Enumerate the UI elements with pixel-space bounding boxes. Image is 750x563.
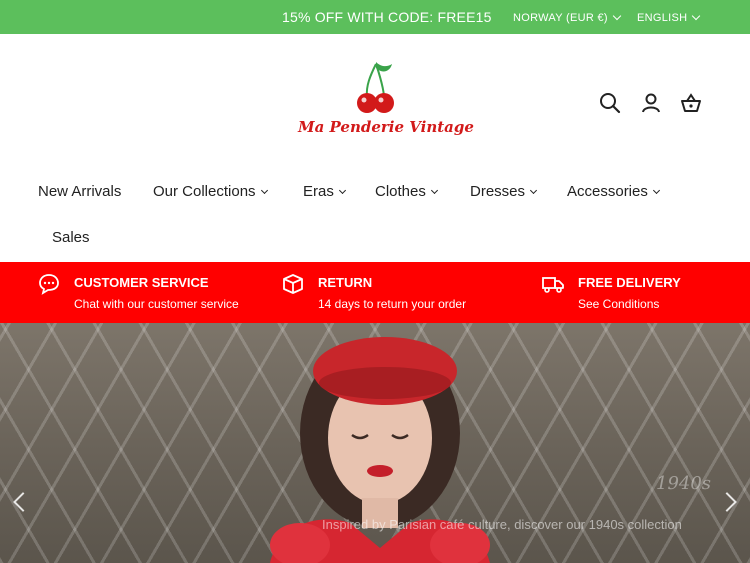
nav-item-label: Our Collections xyxy=(153,183,256,200)
chevron-down-icon xyxy=(529,186,538,194)
site-header: Ma Penderie Vintage xyxy=(0,34,750,164)
nav-item-label: Eras xyxy=(303,183,334,200)
nav-item-label: Sales xyxy=(52,229,90,246)
site-logo[interactable]: Ma Penderie Vintage xyxy=(294,56,474,146)
box-icon xyxy=(283,274,303,294)
hero-caption: Inspired by Parisian café culture, disco… xyxy=(322,517,682,532)
nav-item-eras[interactable]: Eras xyxy=(303,183,346,200)
chevron-down-icon xyxy=(652,186,660,194)
service-title: FREE DELIVERY xyxy=(578,275,681,290)
chevron-down-icon xyxy=(612,11,622,21)
truck-icon xyxy=(542,277,564,293)
chat-icon xyxy=(39,274,59,295)
account-icon[interactable] xyxy=(640,92,662,114)
language-label: ENGLISH xyxy=(637,12,688,24)
nav-item-clothes[interactable]: Clothes xyxy=(375,183,438,200)
nav-item-label: Dresses xyxy=(470,183,526,200)
logo-text: Ma Penderie Vintage xyxy=(298,118,474,136)
currency-selector[interactable]: NORWAY (EUR €) xyxy=(513,11,622,24)
promo-text: 15% OFF WITH CODE: FREE15 xyxy=(282,9,492,25)
chevron-down-icon xyxy=(260,186,268,194)
announcement-bar: 15% OFF WITH CODE: FREE15 NORWAY (EUR €)… xyxy=(0,0,750,34)
service-title: CUSTOMER SERVICE xyxy=(74,275,209,290)
hero-year-label: 1940s xyxy=(656,473,712,494)
language-selector[interactable]: ENGLISH xyxy=(637,11,701,24)
nav-item-accessories[interactable]: Accessories xyxy=(567,183,660,200)
service-subtitle: See Conditions xyxy=(578,297,660,311)
main-navigation: New Arrivals Our Collections Eras Clothe… xyxy=(0,164,750,262)
nav-item-label: New Arrivals xyxy=(38,183,122,200)
service-subtitle: Chat with our customer service xyxy=(74,297,239,311)
currency-label: NORWAY (EUR €) xyxy=(513,12,608,24)
service-subtitle: 14 days to return your order xyxy=(318,297,467,311)
service-bar: CUSTOMER SERVICE Chat with our customer … xyxy=(0,262,750,323)
nav-item-new-arrivals[interactable]: New Arrivals xyxy=(38,183,121,200)
cherry-logo-icon xyxy=(357,62,394,113)
nav-item-sales[interactable]: Sales xyxy=(52,229,90,246)
cart-icon[interactable] xyxy=(680,92,702,114)
search-icon[interactable] xyxy=(599,92,621,114)
chevron-down-icon xyxy=(430,186,438,194)
nav-item-label: Clothes xyxy=(375,183,426,200)
chevron-down-icon xyxy=(692,11,701,21)
nav-item-label: Accessories xyxy=(567,183,648,200)
nav-item-our-collections[interactable]: Our Collections xyxy=(153,183,268,200)
service-title: RETURN xyxy=(318,275,373,290)
nav-item-dresses[interactable]: Dresses xyxy=(470,183,538,200)
hero-slideshow: 1940s Inspired by Parisian café culture,… xyxy=(0,323,750,563)
chevron-down-icon xyxy=(338,186,346,194)
